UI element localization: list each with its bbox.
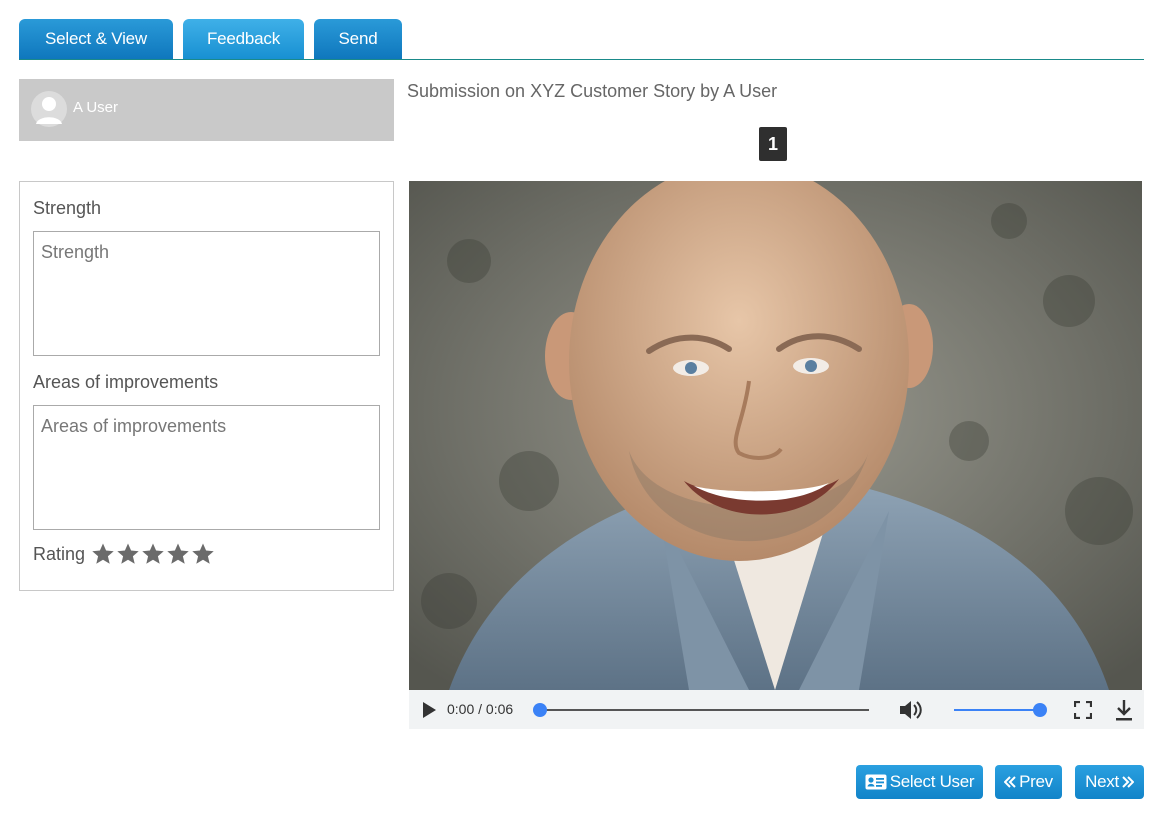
media-controls: 0:00 / 0:06	[409, 690, 1144, 729]
select-user-button[interactable]: Select User	[856, 765, 983, 799]
double-chevron-left-icon	[1004, 776, 1016, 788]
star-icon[interactable]	[191, 542, 215, 566]
star-icon[interactable]	[116, 542, 140, 566]
user-name: A User	[73, 99, 119, 116]
play-icon[interactable]	[421, 702, 437, 718]
star-icon[interactable]	[91, 542, 115, 566]
tab-send[interactable]: Send	[314, 19, 402, 59]
fullscreen-icon[interactable]	[1074, 701, 1092, 719]
star-icon[interactable]	[141, 542, 165, 566]
user-avatar-icon	[31, 91, 67, 127]
prev-label: Prev	[1019, 772, 1053, 791]
strength-label: Strength	[33, 198, 102, 218]
feedback-panel: Strength Areas of improvements Rating	[19, 181, 394, 591]
submission-title: Submission on XYZ Customer Story by A Us…	[407, 81, 778, 101]
video-frame[interactable]	[409, 181, 1142, 690]
double-chevron-right-icon	[1122, 776, 1134, 788]
next-label: Next	[1085, 772, 1119, 791]
video-poster-image	[409, 181, 1142, 690]
tab-select-view[interactable]: Select & View	[19, 19, 173, 59]
page-number-badge[interactable]: 1	[759, 127, 787, 161]
time-display: 0:00 / 0:06	[447, 701, 514, 717]
next-button[interactable]: Next	[1075, 765, 1144, 799]
areas-textarea[interactable]	[33, 405, 380, 530]
volume-icon[interactable]	[899, 699, 923, 721]
tab-bar: Select & View Feedback Send	[19, 19, 1144, 60]
user-card: A User	[19, 79, 394, 141]
areas-label: Areas of improvements	[33, 372, 219, 392]
rating-group: Rating	[33, 542, 216, 566]
progress-slider-handle[interactable]	[533, 703, 547, 717]
star-icon[interactable]	[166, 542, 190, 566]
id-card-icon	[865, 774, 887, 790]
strength-textarea[interactable]	[33, 231, 380, 356]
progress-track[interactable]	[539, 709, 869, 711]
download-icon[interactable]	[1115, 699, 1133, 721]
tab-feedback[interactable]: Feedback	[183, 19, 304, 59]
prev-button[interactable]: Prev	[995, 765, 1062, 799]
rating-label: Rating	[33, 543, 86, 564]
volume-track[interactable]	[954, 709, 1042, 711]
select-user-label: Select User	[889, 772, 975, 791]
volume-slider-handle[interactable]	[1033, 703, 1047, 717]
